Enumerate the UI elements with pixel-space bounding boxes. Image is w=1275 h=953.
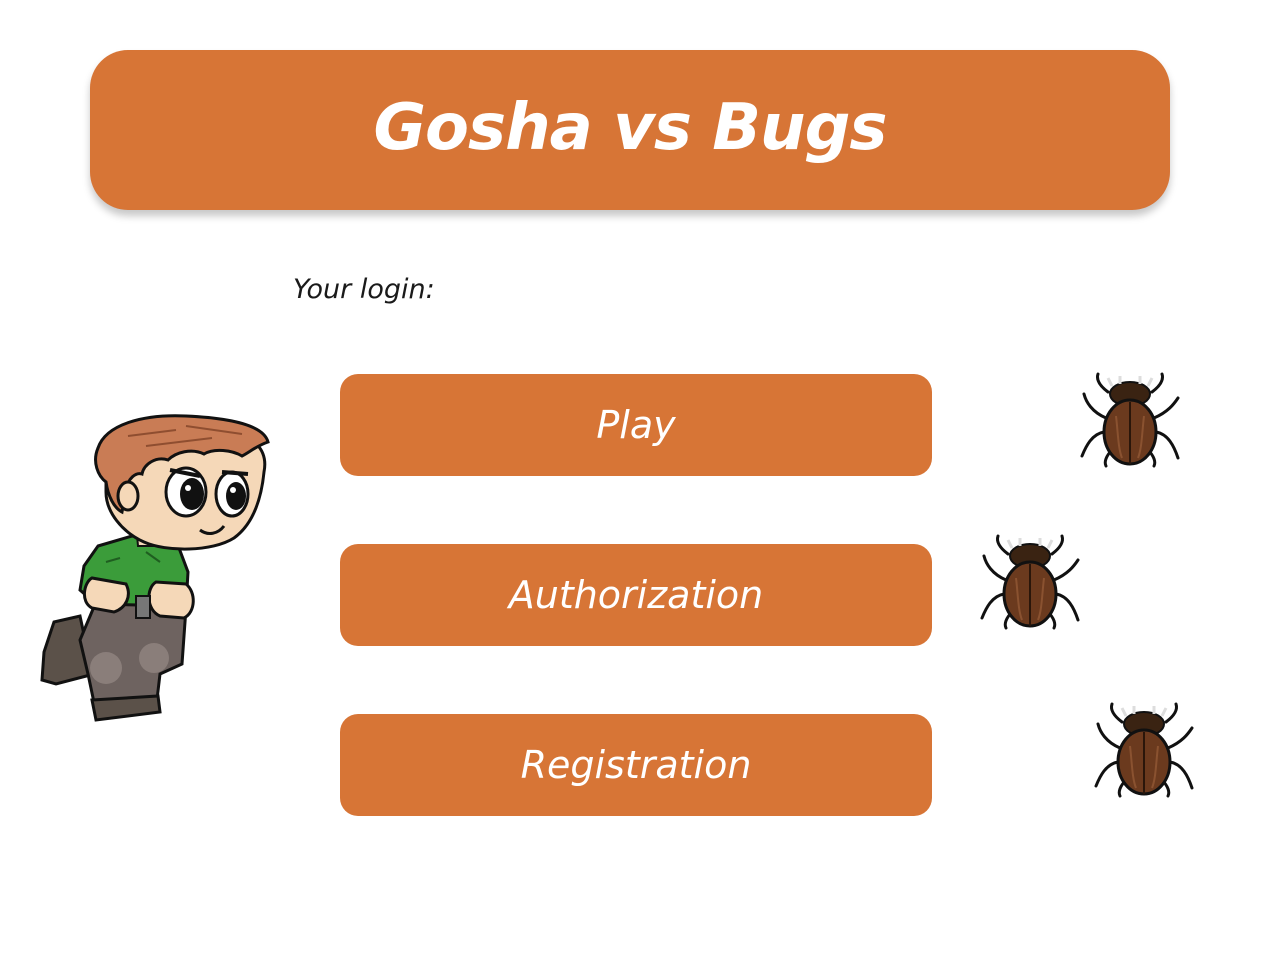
beetle-icon — [1094, 702, 1194, 798]
login-label: Your login: — [293, 274, 435, 305]
play-button[interactable]: Play — [340, 374, 932, 476]
registration-button[interactable]: Registration — [340, 714, 932, 816]
game-title: Gosha vs Bugs — [373, 91, 888, 165]
title-banner: Gosha vs Bugs — [90, 50, 1170, 210]
beetle-icon — [980, 534, 1080, 630]
authorization-button[interactable]: Authorization — [340, 544, 932, 646]
gosha-character-icon — [40, 414, 270, 722]
beetle-icon — [1080, 372, 1180, 468]
